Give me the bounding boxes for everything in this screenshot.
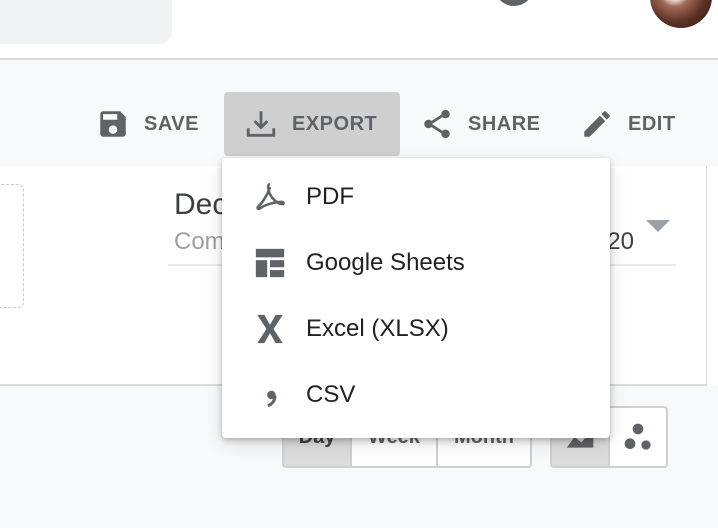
csv-icon [248,373,292,417]
excel-icon [248,307,292,351]
notifications-bell-icon[interactable] [310,0,346,16]
export-label: EXPORT [292,112,378,135]
scatter-chart-icon [624,423,651,450]
date-year: 20 [607,228,634,255]
date-subtitle: Com [174,228,225,255]
export-menu-item-excel[interactable]: Excel (XLSX) [222,296,610,362]
save-button[interactable]: SAVE [96,92,216,156]
export-menu: PDF Google Sheets Excel (XLSX) CSV [222,158,610,438]
excel-label: Excel (XLSX) [306,315,449,342]
save-icon [100,111,126,137]
scatter-chart-button[interactable] [610,408,666,466]
export-menu-item-csv[interactable]: CSV [222,362,610,428]
pdf-icon [248,175,292,219]
pencil-icon [584,111,610,137]
avatar[interactable] [650,0,712,28]
sheets-label: Google Sheets [306,249,465,276]
share-icon [424,109,450,139]
export-menu-item-google-sheets[interactable]: Google Sheets [222,230,610,296]
sheets-icon [248,241,292,285]
search-box[interactable] [0,0,172,44]
download-icon [246,111,276,137]
dropdown-caret-icon [646,220,670,232]
date-title: Dec [174,188,228,221]
upload-dropzone[interactable] [0,184,24,308]
edit-button[interactable]: EDIT [580,92,690,156]
pdf-label: PDF [306,183,354,210]
export-menu-item-pdf[interactable]: PDF [222,164,610,230]
edit-label: EDIT [628,112,676,135]
more-vert-icon[interactable] [580,0,616,16]
save-label: SAVE [144,112,199,135]
export-button[interactable]: EXPORT [224,92,400,156]
help-icon[interactable] [494,0,530,16]
csv-label: CSV [306,381,356,408]
share-button[interactable]: SHARE [420,92,560,156]
share-label: SHARE [468,112,541,135]
apps-grid-icon[interactable] [408,0,444,16]
top-app-bar [0,0,718,60]
